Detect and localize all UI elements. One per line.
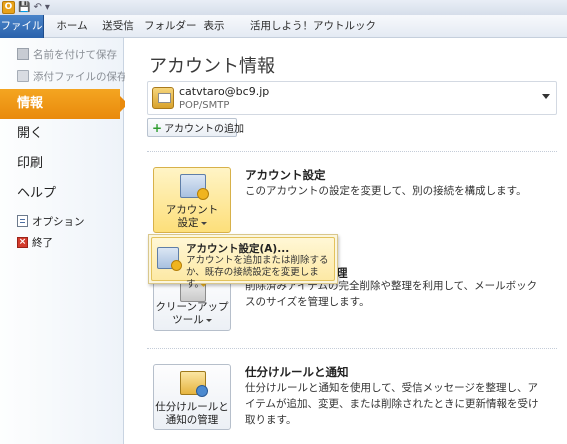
tab-file[interactable]: ファイル [0, 15, 44, 38]
menu-item-title: アカウント設定(A)... [186, 243, 290, 255]
tab-send-receive[interactable]: 送受信 [98, 15, 138, 38]
cleanup-tools-button-line1: クリーンアップ [155, 301, 229, 313]
backstage-nav: 名前を付けて保存 添付ファイルの保存 情報 開く 印刷 ヘルプ オプション × … [0, 38, 128, 444]
add-account-button[interactable]: + アカウントの追加 [147, 118, 244, 137]
rules-alerts-icon [180, 371, 208, 397]
exit-command[interactable]: × 終了 [17, 234, 53, 250]
account-selector[interactable]: catvtaro@bc9.jp POP/SMTP [147, 81, 557, 115]
save-as-command[interactable]: 名前を付けて保存 [17, 46, 117, 62]
account-settings-menu: アカウント設定(A)... アカウントを追加または削除するか、既存の接続設定を変… [148, 234, 338, 290]
title-bar: O 💾 ↶ ▾ [0, 0, 567, 15]
plus-icon: + [152, 120, 163, 135]
save-as-label: 名前を付けて保存 [33, 48, 117, 61]
nav-item-print[interactable]: 印刷 [0, 149, 124, 179]
exit-icon: × [17, 236, 28, 248]
add-account-label: アカウントの追加 [164, 124, 245, 135]
tab-addin[interactable]: 活用しよう！アウトルック [243, 15, 383, 38]
tab-home[interactable]: ホーム [52, 15, 92, 38]
chevron-down-icon [205, 318, 212, 322]
account-settings-desc: このアカウントの設定を変更して、別の接続を構成します。 [245, 185, 527, 197]
nav-item-open[interactable]: 開く [0, 119, 124, 149]
account-mail-icon [152, 87, 174, 109]
save-attachments-label: 添付ファイルの保存 [33, 70, 128, 83]
cleanup-tools-button-line2: ツール [154, 314, 230, 327]
menu-item-desc: アカウントを追加または削除するか、既存の接続設定を変更します。 [186, 255, 329, 290]
rules-desc: 仕分けルールと通知を使用して、受信メッセージを整理し、アイテムが追加、変更、また… [245, 382, 539, 426]
section-divider [147, 348, 557, 349]
rules-title: 仕分けルールと通知 [245, 365, 349, 379]
customize-qat-icon[interactable]: ▾ [45, 0, 50, 15]
account-settings-button-line2: 設定 [154, 217, 230, 230]
nav-item-help[interactable]: ヘルプ [0, 179, 124, 209]
page-title: アカウント情報 [149, 56, 275, 77]
account-settings-button[interactable]: アカウント 設定 [153, 167, 231, 233]
account-type: POP/SMTP [179, 100, 230, 111]
quick-access-toolbar: 💾 ↶ ▾ [18, 0, 50, 15]
save-as-icon [17, 48, 29, 60]
exit-label: 終了 [32, 236, 53, 249]
nav-item-info[interactable]: 情報 [0, 89, 128, 119]
save-attachments-command[interactable]: 添付ファイルの保存 [17, 68, 128, 84]
tab-folder[interactable]: フォルダー [144, 15, 197, 38]
account-settings-icon [180, 174, 209, 200]
section-divider [147, 151, 557, 152]
account-email: catvtaro@bc9.jp [179, 85, 270, 98]
account-settings-icon [157, 247, 182, 271]
manage-rules-button[interactable]: 仕分けルールと 通知の管理 [153, 364, 231, 430]
chevron-down-icon [200, 221, 207, 225]
outlook-app-icon[interactable]: O [2, 1, 15, 14]
account-settings-button-line1: アカウント [165, 204, 219, 216]
account-settings-title: アカウント設定 [245, 168, 326, 182]
save-icon[interactable]: 💾 [18, 0, 30, 15]
options-label: オプション [32, 215, 85, 228]
attachment-icon [17, 70, 29, 82]
tab-view[interactable]: 表示 [199, 15, 229, 38]
options-command[interactable]: オプション [17, 213, 85, 229]
chevron-down-icon [542, 94, 550, 99]
undo-icon[interactable]: ↶ [33, 0, 41, 15]
manage-rules-button-line1: 仕分けルールと [155, 401, 229, 413]
manage-rules-button-line2: 通知の管理 [165, 414, 219, 426]
account-settings-menu-item[interactable]: アカウント設定(A)... アカウントを追加または削除するか、既存の接続設定を変… [151, 237, 335, 290]
options-icon [17, 215, 28, 227]
ribbon-tab-bar: ファイル ホーム 送受信 フォルダー 表示 活用しよう！アウトルック [0, 15, 567, 38]
